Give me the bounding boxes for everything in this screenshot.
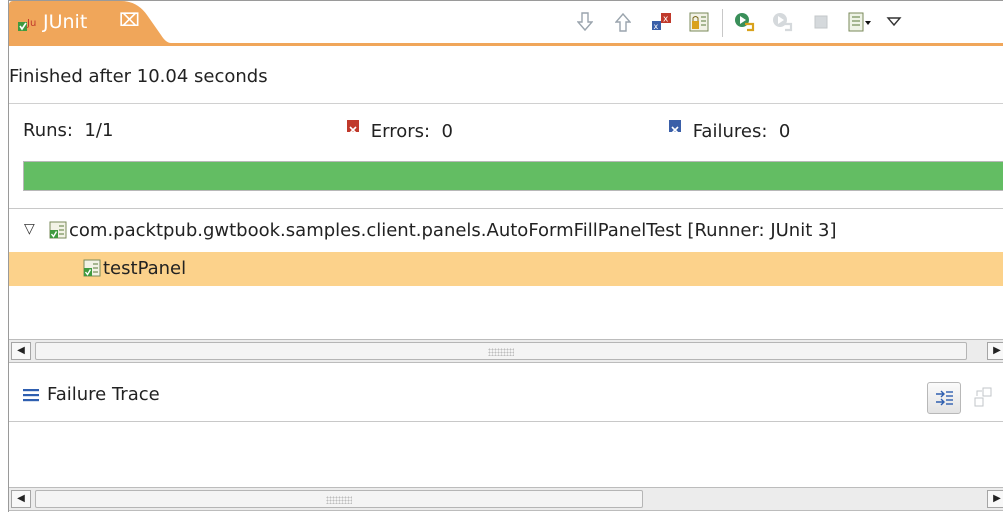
status-message: Finished after 10.04 seconds	[9, 66, 268, 87]
failure-trace-title: Failure Trace	[47, 384, 160, 405]
rerun-test-icon[interactable]	[730, 7, 760, 37]
scroll-right-icon[interactable]: ▶	[987, 490, 1003, 508]
tree-horizontal-scrollbar[interactable]: ◀ ▶	[9, 339, 1003, 363]
test-case-icon	[83, 259, 101, 277]
error-icon	[347, 120, 359, 134]
failure-trace-header: Failure Trace	[9, 371, 1003, 422]
junit-icon: Ju	[18, 18, 36, 31]
runs-counter: Runs: 1/1	[23, 120, 113, 141]
tree-suite-label: com.packtpub.gwtbook.samples.client.pane…	[69, 220, 837, 241]
junit-view: Ju JUnit ⌧ x x Finished after 10.04 seco…	[8, 0, 1003, 512]
tab-title: JUnit	[43, 11, 88, 33]
test-counters: Runs: 1/1 Errors: 0 Failures: 0	[9, 103, 1003, 144]
stop-icon[interactable]	[806, 7, 836, 37]
tree-test-row[interactable]: testPanel	[9, 252, 1003, 286]
tree-scroll-thumb[interactable]	[35, 342, 967, 360]
expand-toggle-icon[interactable]: ▽	[24, 221, 35, 237]
errors-counter: Errors: 0	[347, 120, 453, 142]
test-suite-icon	[49, 221, 67, 239]
runs-label: Runs:	[23, 120, 73, 141]
rerun-failed-first-icon[interactable]	[768, 7, 798, 37]
progress-bar	[23, 161, 1003, 191]
scroll-left-icon[interactable]: ◀	[11, 342, 31, 360]
next-failure-icon[interactable]	[570, 7, 600, 37]
svg-text:Ju: Ju	[26, 18, 36, 29]
test-run-history-icon[interactable]	[844, 7, 874, 37]
scroll-lock-icon[interactable]	[684, 7, 714, 37]
tree-test-label: testPanel	[103, 258, 187, 279]
scroll-left-icon[interactable]: ◀	[11, 490, 31, 508]
tab-junit[interactable]: Ju JUnit ⌧	[9, 1, 171, 43]
errors-label: Errors:	[370, 121, 431, 142]
filter-stack-trace-button[interactable]	[927, 382, 961, 414]
stack-trace-icon	[23, 389, 39, 402]
svg-text:x: x	[663, 15, 669, 25]
filter-stack-icon	[936, 390, 953, 406]
failures-label: Failures:	[692, 121, 768, 142]
failure-icon	[669, 120, 681, 134]
failures-counter: Failures: 0	[669, 120, 790, 142]
show-failures-only-icon[interactable]: x x	[646, 7, 676, 37]
previous-failure-icon[interactable]	[608, 7, 638, 37]
progress-fill	[24, 162, 1003, 190]
compare-result-button[interactable]	[971, 384, 995, 410]
view-toolbar: x x	[564, 7, 1003, 37]
scroll-right-icon[interactable]: ▶	[987, 342, 1003, 360]
toolbar-separator	[722, 9, 723, 37]
view-menu-icon[interactable]	[879, 7, 909, 37]
failures-value: 0	[778, 121, 791, 142]
test-tree: ▽ com.packtpub.gwtbook.samples.client.pa…	[9, 208, 1003, 339]
grip-icon	[326, 496, 352, 504]
grip-icon	[488, 348, 514, 356]
view-tab-bar: Ju JUnit ⌧ x x	[9, 1, 1003, 46]
compare-icon	[974, 387, 992, 407]
trace-scroll-thumb[interactable]	[35, 490, 643, 508]
runs-value: 1/1	[84, 120, 114, 141]
tree-suite-row[interactable]: ▽ com.packtpub.gwtbook.samples.client.pa…	[9, 214, 1003, 248]
close-icon[interactable]: ⌧	[119, 10, 140, 31]
trace-horizontal-scrollbar[interactable]: ◀ ▶	[9, 487, 1003, 511]
errors-value: 0	[441, 121, 453, 142]
svg-text:x: x	[654, 22, 659, 31]
